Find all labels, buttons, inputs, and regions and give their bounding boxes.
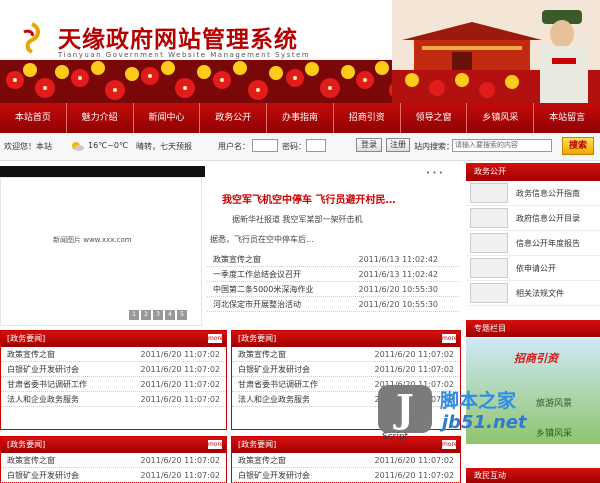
watermark: J Script 脚本之家 jb51.net — [378, 380, 600, 450]
info-bar: 欢迎您！本站 16℃~0℃ 晴转，七天预报 用户名： 密码： 登录 注册 站内搜… — [0, 133, 600, 161]
welcome-text: 欢迎您！本站 — [4, 142, 52, 151]
thumbnail-icon — [470, 283, 508, 303]
slide-caption: 新闻图片 www.xxx.com — [53, 236, 132, 244]
login-button[interactable]: 登录 — [356, 138, 382, 152]
list-item[interactable]: 中国第二条5000米深海作业 2011/6/20 10:55:30 — [207, 282, 460, 297]
top-news-list: 政策宣传之窗 2011/6/13 11:02:42 一季度工作总结会议召开 2011… — [207, 252, 460, 312]
headline-summary: 据新华社报道 我空军某部一架歼击机 — [232, 215, 363, 224]
list-item[interactable]: 政策宣传之窗 2011/6/20 11:07:02 — [1, 347, 226, 362]
nav-item-service-guide[interactable]: 办事指南 — [267, 103, 334, 133]
weather-desc: 晴转，七天预报 — [136, 142, 192, 151]
password-label: 密码： — [282, 142, 306, 151]
nav-item-investment[interactable]: 招商引资 — [334, 103, 401, 133]
slide-page-button[interactable]: 1 — [129, 310, 139, 320]
watermark-text: 脚本之家 — [440, 390, 517, 412]
special-topics-title: 专题栏目 — [466, 320, 600, 337]
promo-title: 招商引资 — [514, 352, 558, 365]
watermark-url: jb51.net — [442, 412, 527, 433]
sidebar-item-report[interactable]: 信息公开年度报告 — [466, 231, 600, 256]
tiananmen-guard-image — [392, 0, 600, 103]
sidebar-title: 政务公开 — [466, 163, 600, 181]
nav-item-towns[interactable]: 乡镇风采 — [467, 103, 535, 133]
sidebar-item-catalog[interactable]: 政府信息公开目录 — [466, 206, 600, 231]
weather-icon — [72, 142, 84, 151]
nav-item-news[interactable]: 新闻中心 — [134, 103, 201, 133]
list-item[interactable]: 法人和企业政务服务2011/6/20 11:07:02 — [1, 392, 226, 407]
nav-item-leaders[interactable]: 领导之窗 — [401, 103, 468, 133]
thumbnail-icon — [470, 208, 508, 228]
list-item[interactable]: 河北保定市开展整治活动 2011/6/20 10:55:30 — [207, 297, 460, 312]
slide-page-button[interactable]: 5 — [177, 310, 187, 320]
thumbnail-icon — [470, 233, 508, 253]
slide-pager: 1 2 3 4 5 — [129, 310, 187, 320]
list-item[interactable]: 白银矿业开发研讨会 2011/6/20 11:07:02 — [232, 468, 460, 483]
search-input[interactable]: 请输入要搜索的内容 — [452, 139, 552, 152]
more-button[interactable]: more — [208, 440, 224, 449]
news-box-3: [政务要闻] more 政策宣传之窗 2011/6/20 11:07:02 白银矿业… — [0, 436, 227, 483]
nav-item-gov-affairs[interactable]: 政务公开 — [200, 103, 268, 133]
search-button[interactable]: 搜索 — [562, 137, 594, 155]
site-subtitle: Tianyuan Government Website Management S… — [58, 51, 311, 59]
marquee-bar — [0, 166, 205, 177]
news-box-title: [政务要闻] more — [1, 331, 226, 347]
more-button[interactable]: more — [208, 334, 224, 343]
nav-item-home[interactable]: 本站首页 — [0, 103, 67, 133]
dots-indicator: • • • — [426, 169, 443, 177]
list-item[interactable]: 白银矿业开发研讨会 2011/6/20 11:07:02 — [1, 468, 226, 483]
thumbnail-icon — [470, 183, 508, 203]
search-label: 站内搜索： — [414, 142, 454, 151]
list-item[interactable]: 政策宣传之窗 2011/6/20 11:07:02 — [232, 453, 460, 468]
news-box-1: [政务要闻] more 政策宣传之窗 2011/6/20 11:07:02 白银矿业… — [0, 330, 227, 430]
list-item[interactable]: 一季度工作总结会议召开 2011/6/13 11:02:42 — [207, 267, 460, 282]
more-button[interactable]: more — [442, 334, 458, 343]
list-item[interactable]: 政策宣传之窗 2011/6/20 11:07:02 — [1, 453, 226, 468]
slide-page-button[interactable]: 3 — [153, 310, 163, 320]
news-box-title: [政务要闻] more — [232, 331, 460, 347]
thumbnail-icon — [470, 258, 508, 278]
news-box-title: [政务要闻] more — [1, 437, 226, 453]
username-label: 用户名： — [218, 142, 250, 151]
interaction-title: 政民互动 — [466, 468, 600, 483]
nav-item-intro[interactable]: 魅力介绍 — [67, 103, 134, 133]
headline-summary-2: 据悉，飞行员在空中停车后… — [210, 235, 314, 244]
site-logo-icon — [23, 22, 40, 54]
list-item[interactable]: 白银矿业开发研讨会 2011/6/20 11:07:02 — [1, 362, 226, 377]
weather-temp: 16℃~0℃ — [88, 141, 128, 150]
register-button[interactable]: 注册 — [386, 138, 410, 152]
list-item[interactable]: 甘肃省委书记调研工作2011/6/20 11:07:02 — [1, 377, 226, 392]
list-item[interactable]: 政策宣传之窗 2011/6/13 11:02:42 — [207, 252, 460, 267]
slide-page-button[interactable]: 4 — [165, 310, 175, 320]
list-item[interactable]: 政策宣传之窗 2011/6/20 11:07:02 — [232, 347, 460, 362]
page: 天缘政府网站管理系统 Tianyuan Government Website M… — [0, 0, 600, 483]
password-input[interactable] — [306, 139, 326, 152]
watermark-logo-icon: J — [378, 385, 432, 433]
site-banner: 天缘政府网站管理系统 Tianyuan Government Website M… — [0, 0, 600, 103]
news-slideshow[interactable]: 新闻图片 www.xxx.com 1 2 3 4 5 — [0, 177, 202, 326]
nav-item-guestbook[interactable]: 本站留言 — [534, 103, 600, 133]
list-item[interactable]: 白银矿业开发研讨会 2011/6/20 11:07:02 — [232, 362, 460, 377]
sidebar-item-laws[interactable]: 相关法规文件 — [466, 281, 600, 306]
site-title: 天缘政府网站管理系统 — [58, 26, 298, 53]
headline-title[interactable]: 我空军飞机空中停车 飞行员避开村民… — [222, 191, 395, 206]
sidebar-item-guide[interactable]: 政务信息公开指南 — [466, 181, 600, 206]
username-input[interactable] — [252, 139, 278, 152]
sidebar-item-apply[interactable]: 依申请公开 — [466, 256, 600, 281]
slide-page-button[interactable]: 2 — [141, 310, 151, 320]
main-nav: 本站首页 魅力介绍 新闻中心 政务公开 办事指南 招商引资 领导之窗 乡镇风采 … — [0, 103, 600, 133]
watermark-script: Script — [382, 432, 409, 442]
